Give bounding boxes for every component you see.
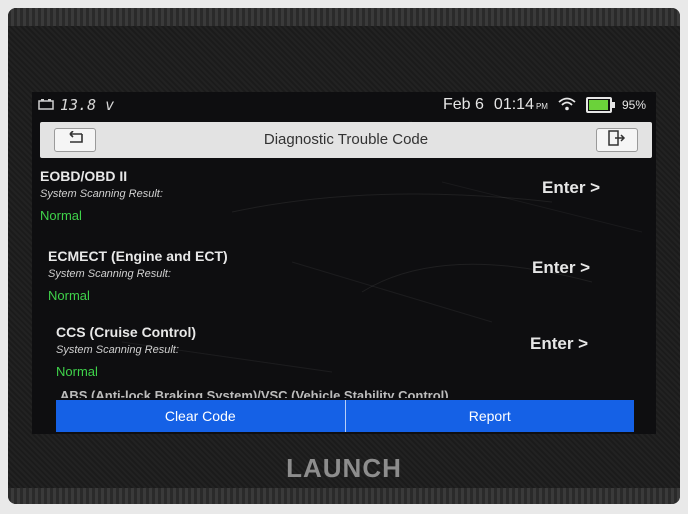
brand-logo: LAUNCH <box>286 453 402 483</box>
wifi-icon <box>558 97 576 114</box>
status-bar: 13.8 v Feb 6 01:14 PM 95% <box>32 92 656 118</box>
battery-tip <box>611 102 615 108</box>
scan-result-value: Normal <box>48 288 90 303</box>
system-list: EOBD/OBD II System Scanning Result: Norm… <box>32 168 656 404</box>
scan-result-value: Normal <box>56 364 98 379</box>
page-title: Diagnostic Trouble Code <box>263 131 429 148</box>
scan-result-label: System Scanning Result: <box>56 344 179 356</box>
exit-icon <box>608 129 626 151</box>
system-item[interactable]: ECMECT (Engine and ECT) System Scanning … <box>48 248 648 318</box>
bezel-grip-bottom <box>8 488 680 504</box>
system-name: EOBD/OBD II <box>40 168 128 184</box>
status-time-suffix: PM <box>535 102 548 111</box>
system-name: ECMECT (Engine and ECT) <box>48 248 228 264</box>
enter-button[interactable]: Enter > <box>532 258 590 278</box>
status-time: 01:14 PM <box>494 96 548 114</box>
scan-result-label: System Scanning Result: <box>40 188 163 200</box>
battery-percent: 95% <box>621 98 646 112</box>
status-left: 13.8 v <box>38 96 114 114</box>
system-name-partial[interactable]: ABS (Anti-lock Braking System)/VSC (Vehi… <box>60 388 480 398</box>
enter-button[interactable]: Enter > <box>530 334 588 354</box>
exit-button[interactable] <box>596 128 638 152</box>
status-date: Feb 6 <box>443 96 484 113</box>
clear-code-button[interactable]: Clear Code <box>56 400 345 432</box>
vehicle-voltage: 13.8 v <box>60 96 115 114</box>
battery-icon <box>585 97 615 113</box>
system-item[interactable]: EOBD/OBD II System Scanning Result: Norm… <box>40 168 640 238</box>
battery-fill <box>588 100 608 110</box>
title-bar: Diagnostic Trouble Code <box>40 122 652 158</box>
status-right: Feb 6 01:14 PM 95% <box>443 96 646 114</box>
battery-car-icon <box>38 97 54 113</box>
scan-result-value: Normal <box>40 208 82 223</box>
report-button[interactable]: Report <box>345 400 634 432</box>
bezel-grip-top <box>8 8 680 26</box>
device-screen: 13.8 v Feb 6 01:14 PM 95% Diagnostic Tro… <box>32 92 656 434</box>
system-item[interactable]: CCS (Cruise Control) System Scanning Res… <box>56 324 656 394</box>
status-time-value: 01:14 <box>493 96 534 113</box>
scan-result-label: System Scanning Result: <box>48 268 171 280</box>
action-bar: Clear Code Report <box>56 400 634 432</box>
enter-button[interactable]: Enter > <box>542 178 600 198</box>
system-name: CCS (Cruise Control) <box>56 324 196 340</box>
